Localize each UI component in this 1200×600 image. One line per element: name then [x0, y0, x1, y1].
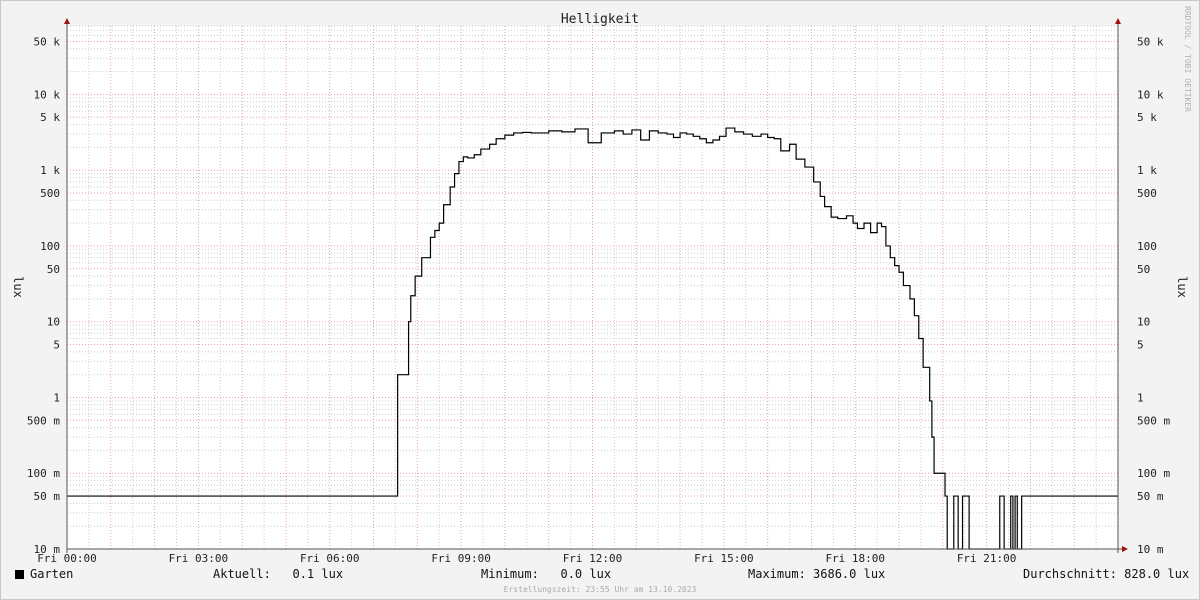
x-tick-label: Fri 15:00	[694, 552, 754, 565]
x-tick-label: Fri 18:00	[825, 552, 885, 565]
y-tick-label-right: 50	[1137, 263, 1150, 276]
y-tick-label-right: 100 m	[1137, 467, 1170, 480]
y-tick-label-right: 50 k	[1137, 35, 1164, 48]
x-tick-label: Fri 21:00	[957, 552, 1017, 565]
footer-timestamp: Erstellungszeit: 23:55 Uhr am 13.10.2023	[503, 585, 697, 594]
y-axis-label-left: lux	[11, 276, 25, 298]
y-tick-label: 500	[40, 187, 60, 200]
y-tick-label-right: 50 m	[1137, 490, 1164, 503]
x-axis-arrow	[1122, 546, 1128, 552]
y-tick-labels-left: 50 k 10 k 5 k 1 k 500 100 50 10 5 1 500 m 100 m 50 m…	[27, 35, 60, 556]
y-tick-label-right: 500 m	[1137, 414, 1170, 427]
chart: 50 k 10 k 5 k 1 k 500 100 50 10 5 1 500 m 100 m 50 m…	[11, 12, 1189, 565]
y-tick-label: 100	[40, 240, 60, 253]
y-tick-label: 1 k	[40, 164, 60, 177]
y-tick-label-right: 1	[1137, 391, 1144, 404]
y-tick-label: 10 k	[34, 88, 61, 101]
watermark: RRDTOOL / TOBI OETIKER	[1183, 6, 1192, 112]
y-tick-label: 5	[53, 339, 60, 352]
y-tick-label-right: 10 m	[1137, 543, 1164, 556]
y-tick-labels-right: 50 k 10 k 5 k 1 k 500 100 50 10 5 1 500 m 100 m 50 m…	[1137, 35, 1170, 556]
y-axis-arrow-right	[1115, 18, 1121, 24]
y-tick-label: 500 m	[27, 414, 60, 427]
x-tick-label: Fri 09:00	[431, 552, 491, 565]
legend-maximum: Maximum: 3686.0 lux	[748, 567, 886, 581]
chart-title: Helligkeit	[561, 12, 639, 27]
x-tick-label: Fri 00:00	[37, 552, 97, 565]
x-tick-label: Fri 03:00	[169, 552, 229, 565]
y-tick-label-right: 500	[1137, 187, 1157, 200]
y-tick-label: 5 k	[40, 111, 60, 124]
y-tick-label: 10	[47, 316, 60, 329]
y-tick-label-right: 5	[1137, 339, 1144, 352]
x-tick-labels: Fri 00:00 Fri 03:00 Fri 06:00 Fri 09:00 Fri …	[37, 552, 1016, 565]
y-tick-label: 100 m	[27, 467, 60, 480]
y-tick-label: 1	[53, 391, 60, 404]
y-tick-label: 50 m	[34, 490, 61, 503]
y-tick-label-right: 100	[1137, 240, 1157, 253]
legend-minimum: Minimum: 0.0 lux	[481, 567, 612, 581]
x-tick-label: Fri 06:00	[300, 552, 360, 565]
y-tick-label: 50	[47, 263, 60, 276]
legend-series-name: Garten	[30, 567, 74, 581]
x-tick-label: Fri 12:00	[563, 552, 623, 565]
y-axis-label-right: lux	[1175, 276, 1189, 298]
legend-swatch	[15, 570, 24, 579]
legend-average: Durchschnitt: 828.0 lux	[1023, 567, 1190, 581]
y-tick-label-right: 1 k	[1137, 164, 1157, 177]
y-axis-arrow-left	[64, 18, 70, 24]
y-tick-label-right: 10	[1137, 316, 1150, 329]
legend-current: Aktuell: 0.1 lux	[213, 567, 344, 581]
y-tick-label: 50 k	[34, 35, 61, 48]
y-tick-label-right: 5 k	[1137, 111, 1157, 124]
y-tick-label-right: 10 k	[1137, 88, 1164, 101]
legend-series: Garten	[15, 567, 73, 583]
